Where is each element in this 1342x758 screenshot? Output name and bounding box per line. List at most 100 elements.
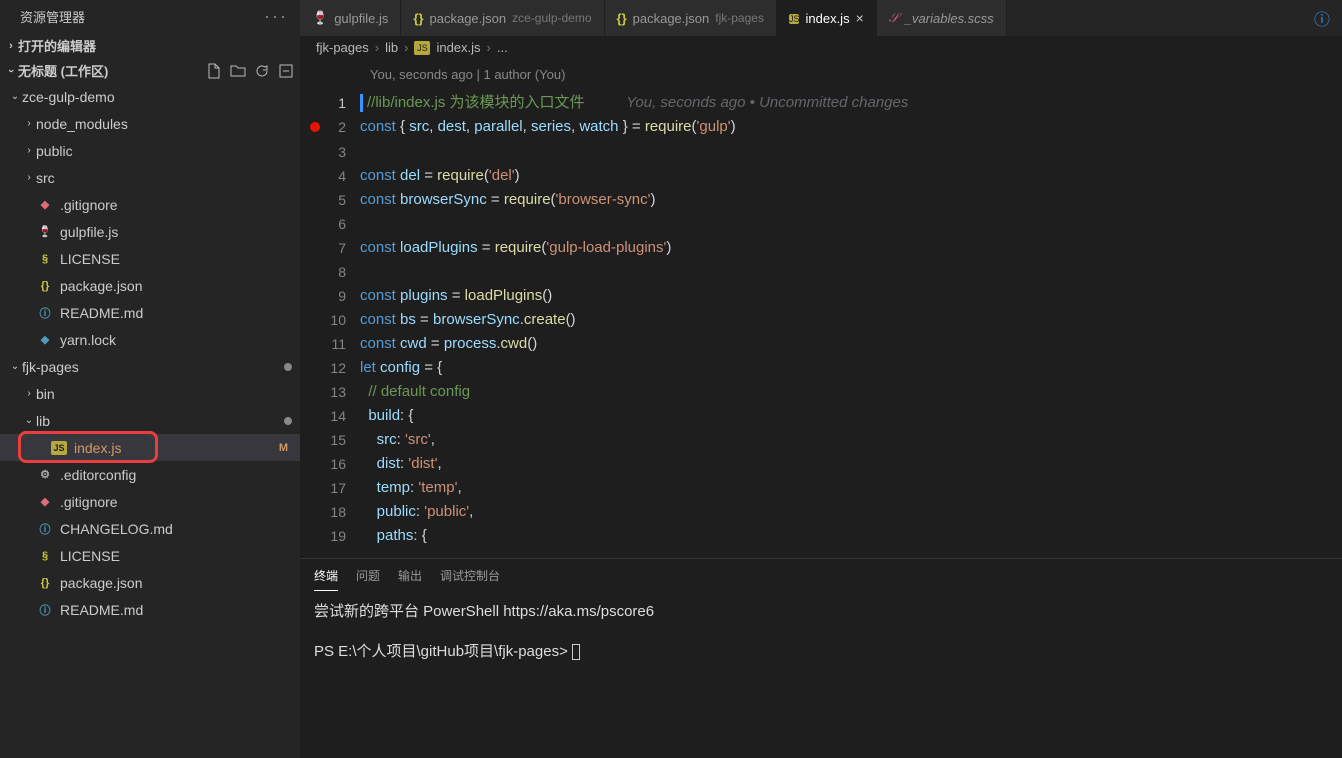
breakpoint-gutter[interactable] (306, 500, 324, 524)
breadcrumb-file[interactable]: index.js (436, 40, 480, 55)
line-number: 18 (324, 500, 360, 524)
code-line[interactable]: 10const bs = browserSync.create() (306, 308, 1342, 332)
breadcrumb[interactable]: fjk-pages › lib › JS index.js › ... (300, 36, 1342, 59)
breakpoint-gutter[interactable] (306, 308, 324, 332)
file-item[interactable]: §LICENSE (0, 542, 300, 569)
breakpoint-gutter[interactable] (306, 284, 324, 308)
file-item[interactable]: ◆.gitignore (0, 488, 300, 515)
file-label: LICENSE (60, 548, 292, 564)
file-item[interactable]: §LICENSE (0, 245, 300, 272)
folder-item[interactable]: ›node_modules (0, 110, 300, 137)
code-line[interactable]: 8 (306, 260, 1342, 284)
file-item[interactable]: ◆.gitignore (0, 191, 300, 218)
md-icon: ⓘ (36, 520, 54, 538)
code-line[interactable]: 7const loadPlugins = require('gulp-load-… (306, 236, 1342, 260)
refresh-icon[interactable] (254, 63, 270, 79)
file-item[interactable]: ⓘREADME.md (0, 299, 300, 326)
breakpoint-gutter[interactable] (306, 428, 324, 452)
git-icon: ◆ (36, 196, 54, 214)
editor-tab[interactable]: JSindex.js× (777, 0, 877, 36)
breakpoint-gutter[interactable] (306, 188, 324, 212)
breakpoint-gutter[interactable] (306, 332, 324, 356)
code-line[interactable]: 15 src: 'src', (306, 428, 1342, 452)
terminal[interactable]: 尝试新的跨平台 PowerShell https://aka.ms/pscore… (300, 591, 1342, 758)
file-item[interactable]: ⓘREADME.md (0, 596, 300, 623)
folder-item[interactable]: ⌄lib (0, 407, 300, 434)
code-line[interactable]: 16 dist: 'dist', (306, 452, 1342, 476)
code-line[interactable]: 14 build: { (306, 404, 1342, 428)
open-editors-label: 打开的编辑器 (18, 36, 96, 55)
file-item[interactable]: JSindex.jsM (0, 434, 300, 461)
workspace-section[interactable]: › 无标题 (工作区) (0, 58, 300, 83)
code-line[interactable]: 11const cwd = process.cwd() (306, 332, 1342, 356)
breakpoint-gutter[interactable] (306, 115, 324, 140)
breakpoint-gutter[interactable] (306, 380, 324, 404)
json-icon: {} (413, 11, 423, 26)
code-content: paths: { (360, 524, 427, 548)
code-line[interactable]: 9const plugins = loadPlugins() (306, 284, 1342, 308)
code-line[interactable]: 19 paths: { (306, 524, 1342, 548)
panel-tab[interactable]: 调试控制台 (440, 567, 500, 591)
new-file-icon[interactable] (206, 63, 222, 79)
editor-tab[interactable]: 🍷gulpfile.js (300, 0, 401, 36)
breakpoint-gutter[interactable] (306, 260, 324, 284)
panel-tab[interactable]: 终端 (314, 567, 338, 591)
code-line[interactable]: 12let config = { (306, 356, 1342, 380)
code-line[interactable]: 18 public: 'public', (306, 500, 1342, 524)
file-item[interactable]: {}package.json (0, 272, 300, 299)
file-item[interactable]: ◆yarn.lock (0, 326, 300, 353)
editor-tab[interactable]: {}package.jsonzce-gulp-demo (401, 0, 604, 36)
chevron-right-icon: › (4, 40, 18, 52)
code-line[interactable]: 4const del = require('del') (306, 164, 1342, 188)
code-editor[interactable]: You, seconds ago | 1 author (You) 1//lib… (300, 59, 1342, 558)
info-icon[interactable]: ⓘ (1302, 0, 1342, 36)
file-item[interactable]: {}package.json (0, 569, 300, 596)
breakpoint-gutter[interactable] (306, 404, 324, 428)
code-line[interactable]: 5const browserSync = require('browser-sy… (306, 188, 1342, 212)
file-item[interactable]: ⓘCHANGELOG.md (0, 515, 300, 542)
breakpoint-gutter[interactable] (306, 140, 324, 164)
panel-tab[interactable]: 输出 (398, 567, 422, 591)
code-content: const bs = browserSync.create() (360, 308, 576, 332)
folder-item[interactable]: ›bin (0, 380, 300, 407)
folder-item[interactable]: ⌄zce-gulp-demo (0, 83, 300, 110)
folder-label: bin (36, 386, 292, 402)
breadcrumb-more[interactable]: ... (497, 40, 508, 55)
code-line[interactable]: 2const { src, dest, parallel, series, wa… (306, 115, 1342, 140)
breadcrumb-part[interactable]: fjk-pages (316, 40, 369, 55)
breadcrumb-part[interactable]: lib (385, 40, 398, 55)
tab-label: _variables.scss (905, 11, 994, 26)
file-item[interactable]: ⚙.editorconfig (0, 461, 300, 488)
breakpoint-gutter[interactable] (306, 236, 324, 260)
folder-item[interactable]: ⌄fjk-pages (0, 353, 300, 380)
editor-tab[interactable]: 𝒮_variables.scss (877, 0, 1007, 36)
close-icon[interactable]: × (856, 10, 864, 26)
code-line[interactable]: 17 temp: 'temp', (306, 476, 1342, 500)
folder-item[interactable]: ›public (0, 137, 300, 164)
code-line[interactable]: 6 (306, 212, 1342, 236)
panel-tab[interactable]: 问题 (356, 567, 380, 591)
breakpoint-gutter[interactable] (306, 476, 324, 500)
breakpoint-gutter[interactable] (306, 91, 324, 115)
open-editors-section[interactable]: › 打开的编辑器 (0, 33, 300, 58)
breakpoint-gutter[interactable] (306, 524, 324, 548)
folder-label: lib (36, 413, 284, 429)
chevron-down-icon: ⌄ (8, 361, 22, 372)
new-folder-icon[interactable] (230, 63, 246, 79)
breakpoint-gutter[interactable] (306, 164, 324, 188)
breakpoint-gutter[interactable] (306, 452, 324, 476)
line-number: 2 (324, 115, 360, 140)
code-line[interactable]: 1//lib/index.js 为该模块的入口文件 You, seconds a… (306, 91, 1342, 115)
folder-label: zce-gulp-demo (22, 89, 292, 105)
breakpoint-icon[interactable] (310, 122, 320, 132)
folder-item[interactable]: ›src (0, 164, 300, 191)
code-line[interactable]: 3 (306, 140, 1342, 164)
more-icon[interactable]: ··· (264, 6, 288, 27)
collapse-icon[interactable] (278, 63, 294, 79)
code-line[interactable]: 13 // default config (306, 380, 1342, 404)
breakpoint-gutter[interactable] (306, 356, 324, 380)
editor-tab[interactable]: {}package.jsonfjk-pages (605, 0, 777, 36)
git-codelens[interactable]: You, seconds ago | 1 author (You) (306, 63, 1342, 87)
breakpoint-gutter[interactable] (306, 212, 324, 236)
file-item[interactable]: 🍷gulpfile.js (0, 218, 300, 245)
